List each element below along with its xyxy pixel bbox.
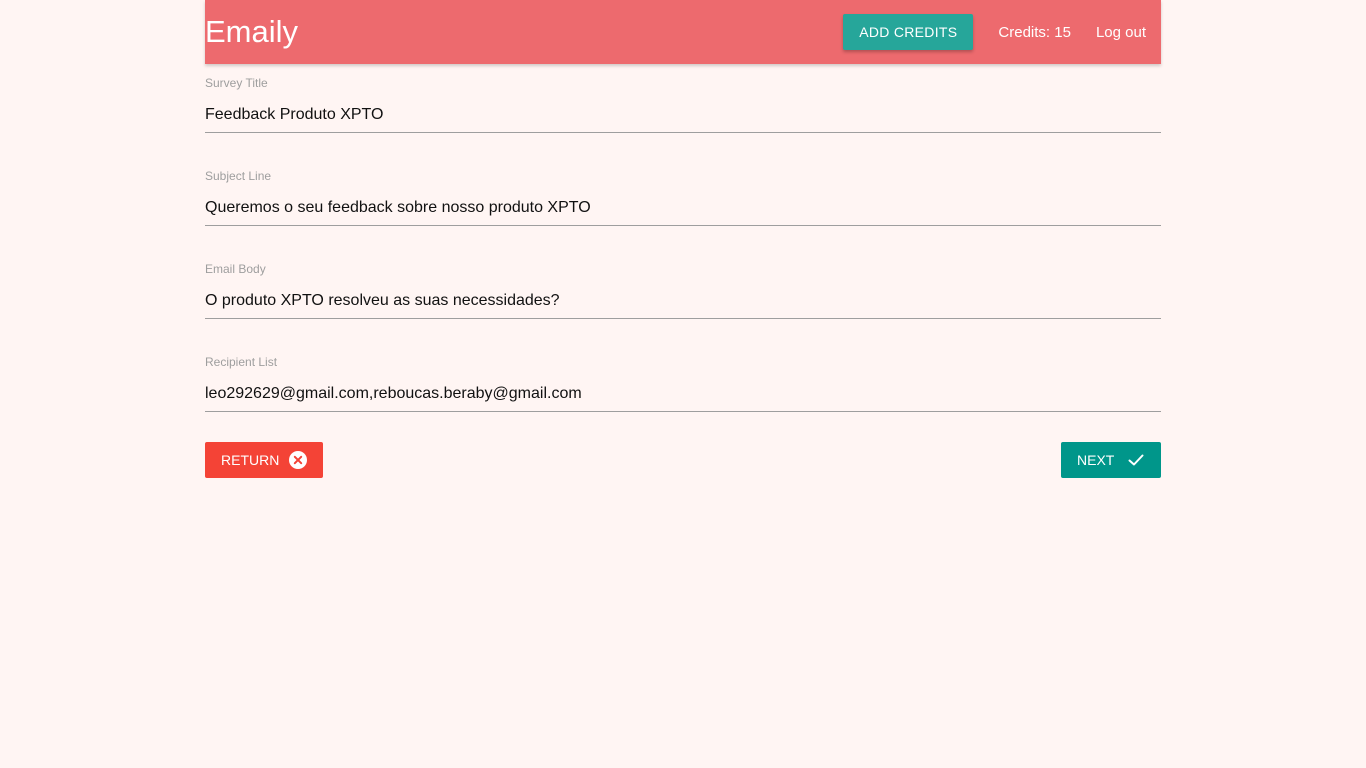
email-body-label: Email Body <box>205 262 266 276</box>
email-body-input[interactable] <box>205 284 1161 319</box>
next-button[interactable]: NEXT <box>1061 442 1161 478</box>
recipient-list-field: Recipient List <box>205 349 1161 442</box>
credits-count: Credits: 15 <box>998 23 1071 41</box>
subject-line-field: Subject Line <box>205 163 1161 256</box>
survey-title-input[interactable] <box>205 98 1161 133</box>
survey-title-field: Survey Title <box>205 70 1161 163</box>
subject-line-label: Subject Line <box>205 169 272 183</box>
recipient-list-input[interactable] <box>205 377 1161 412</box>
navbar: Emaily ADD CREDITS Credits: 15 Log out <box>205 0 1161 64</box>
return-button-label: RETURN <box>221 452 280 468</box>
subject-line-input[interactable] <box>205 191 1161 226</box>
nav-right: ADD CREDITS Credits: 15 Log out <box>843 0 1161 64</box>
next-button-label: NEXT <box>1077 452 1115 468</box>
survey-title-label: Survey Title <box>205 76 268 90</box>
brand-logo[interactable]: Emaily <box>205 0 298 64</box>
recipient-list-label: Recipient List <box>205 355 278 369</box>
email-body-field: Email Body <box>205 256 1161 349</box>
logout-link[interactable]: Log out <box>1081 24 1161 41</box>
survey-form: Survey Title Subject Line Email Body Rec… <box>205 64 1161 482</box>
form-actions: RETURN NEXT <box>205 442 1161 482</box>
return-button[interactable]: RETURN <box>205 442 323 478</box>
check-icon <box>1127 451 1145 469</box>
page-container: Emaily ADD CREDITS Credits: 15 Log out S… <box>205 0 1161 482</box>
cancel-icon <box>289 451 307 469</box>
add-credits-button[interactable]: ADD CREDITS <box>843 14 974 50</box>
